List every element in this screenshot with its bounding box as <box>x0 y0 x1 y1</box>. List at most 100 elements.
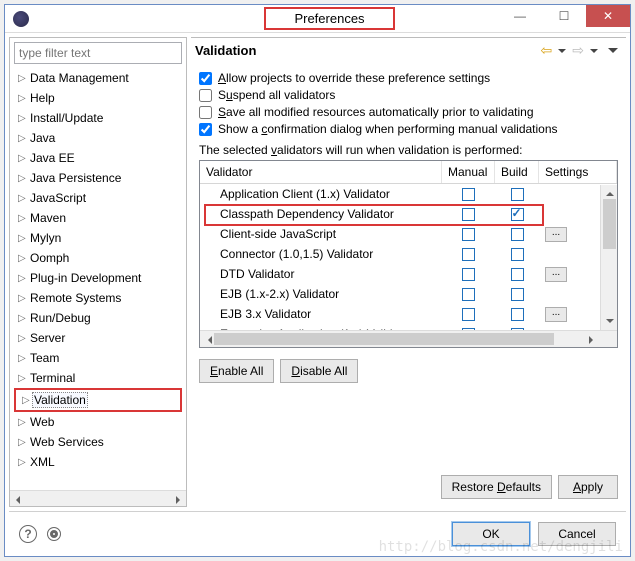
validator-row[interactable]: DTD Validator... <box>200 264 617 284</box>
forward-icon[interactable]: ⇨ <box>572 42 584 59</box>
tree-item[interactable]: ▷Java Persistence <box>12 168 184 188</box>
expand-icon[interactable]: ▷ <box>18 293 28 304</box>
minimize-button[interactable]: — <box>498 5 542 27</box>
manual-checkbox[interactable] <box>442 248 495 261</box>
vertical-scrollbar[interactable] <box>600 185 617 330</box>
expand-icon[interactable]: ▷ <box>18 457 28 468</box>
col-settings[interactable]: Settings <box>539 161 617 183</box>
restore-defaults-button[interactable]: Restore Defaults <box>441 475 552 499</box>
tree-item[interactable]: ▷Validation <box>14 388 182 412</box>
window-title: Preferences <box>264 7 394 30</box>
tree-item[interactable]: ▷Install/Update <box>12 108 184 128</box>
build-checkbox[interactable] <box>495 288 539 301</box>
col-manual[interactable]: Manual <box>442 161 495 183</box>
table-horizontal-scrollbar[interactable] <box>200 330 617 347</box>
back-menu-icon[interactable] <box>558 49 566 57</box>
tree-item[interactable]: ▷Plug-in Development <box>12 268 184 288</box>
tree-item[interactable]: ▷Team <box>12 348 184 368</box>
expand-icon[interactable]: ▷ <box>18 193 28 204</box>
view-menu-icon[interactable] <box>608 48 618 58</box>
forward-menu-icon[interactable] <box>590 49 598 57</box>
expand-icon[interactable]: ▷ <box>18 113 28 124</box>
validator-row[interactable]: Classpath Dependency Validator <box>200 204 617 224</box>
validator-name: Application Client (1.x) Validator <box>200 187 442 201</box>
expand-icon[interactable]: ▷ <box>18 437 28 448</box>
expand-icon[interactable]: ▷ <box>18 153 28 164</box>
confirm-checkbox[interactable] <box>199 123 212 136</box>
oomph-icon[interactable] <box>47 527 61 541</box>
save-all-checkbox[interactable] <box>199 106 212 119</box>
tree-item[interactable]: ▷Oomph <box>12 248 184 268</box>
col-build[interactable]: Build <box>495 161 539 183</box>
tree-item[interactable]: ▷Run/Debug <box>12 308 184 328</box>
expand-icon[interactable]: ▷ <box>18 213 28 224</box>
validator-row[interactable]: Connector (1.0,1.5) Validator <box>200 244 617 264</box>
filter-input[interactable] <box>14 42 182 64</box>
expand-icon[interactable]: ▷ <box>18 353 28 364</box>
tree-item[interactable]: ▷Server <box>12 328 184 348</box>
expand-icon[interactable]: ▷ <box>18 133 28 144</box>
validator-row[interactable]: Application Client (1.x) Validator <box>200 184 617 204</box>
ok-button[interactable]: OK <box>452 522 530 546</box>
tree-item[interactable]: ▷Web <box>12 412 184 432</box>
tree-item-label: Java Persistence <box>28 170 123 186</box>
suspend-row: Suspend all validators <box>199 88 618 102</box>
settings-button[interactable]: ... <box>545 267 567 282</box>
disable-all-button[interactable]: Disable All <box>280 359 358 383</box>
settings-button[interactable]: ... <box>545 307 567 322</box>
expand-icon[interactable]: ▷ <box>18 173 28 184</box>
validator-row[interactable]: EJB 3.x Validator... <box>200 304 617 324</box>
tree-item[interactable]: ▷Terminal <box>12 368 184 388</box>
tree-item[interactable]: ▷Web Services <box>12 432 184 452</box>
validator-row[interactable]: EJB (1.x-2.x) Validator <box>200 284 617 304</box>
expand-icon[interactable]: ▷ <box>18 273 28 284</box>
enable-all-button[interactable]: Enable All <box>199 359 274 383</box>
validators-table[interactable]: Validator Manual Build Settings Applicat… <box>199 160 618 348</box>
tree-item[interactable]: ▷Mylyn <box>12 228 184 248</box>
tree-item[interactable]: ▷XML <box>12 452 184 472</box>
tree-item-label: Mylyn <box>28 230 63 246</box>
tree-item[interactable]: ▷JavaScript <box>12 188 184 208</box>
settings-button[interactable]: ... <box>545 227 567 242</box>
expand-icon[interactable]: ▷ <box>22 395 32 406</box>
build-checkbox[interactable] <box>495 268 539 281</box>
tree-item[interactable]: ▷Java EE <box>12 148 184 168</box>
expand-icon[interactable]: ▷ <box>18 233 28 244</box>
tree-item[interactable]: ▷Java <box>12 128 184 148</box>
build-checkbox[interactable] <box>495 208 539 221</box>
maximize-button[interactable]: ☐ <box>542 5 586 27</box>
cancel-button[interactable]: Cancel <box>538 522 616 546</box>
tree-item[interactable]: ▷Remote Systems <box>12 288 184 308</box>
manual-checkbox[interactable] <box>442 208 495 221</box>
expand-icon[interactable]: ▷ <box>18 313 28 324</box>
horizontal-scrollbar[interactable] <box>10 490 186 506</box>
expand-icon[interactable]: ▷ <box>18 373 28 384</box>
validator-row[interactable]: Client-side JavaScript... <box>200 224 617 244</box>
suspend-checkbox[interactable] <box>199 89 212 102</box>
tree-item[interactable]: ▷Maven <box>12 208 184 228</box>
build-checkbox[interactable] <box>495 228 539 241</box>
manual-checkbox[interactable] <box>442 268 495 281</box>
build-checkbox[interactable] <box>495 188 539 201</box>
tree-item[interactable]: ▷Help <box>12 88 184 108</box>
manual-checkbox[interactable] <box>442 188 495 201</box>
expand-icon[interactable]: ▷ <box>18 417 28 428</box>
help-icon[interactable]: ? <box>19 525 37 543</box>
expand-icon[interactable]: ▷ <box>18 253 28 264</box>
close-button[interactable]: ✕ <box>586 5 630 27</box>
manual-checkbox[interactable] <box>442 288 495 301</box>
allow-override-row: Allow projects to override these prefere… <box>199 71 618 85</box>
manual-checkbox[interactable] <box>442 228 495 241</box>
build-checkbox[interactable] <box>495 308 539 321</box>
expand-icon[interactable]: ▷ <box>18 73 28 84</box>
build-checkbox[interactable] <box>495 248 539 261</box>
manual-checkbox[interactable] <box>442 308 495 321</box>
allow-override-checkbox[interactable] <box>199 72 212 85</box>
back-icon[interactable]: ⇦ <box>541 42 553 59</box>
expand-icon[interactable]: ▷ <box>18 93 28 104</box>
expand-icon[interactable]: ▷ <box>18 333 28 344</box>
tree-item[interactable]: ▷Data Management <box>12 68 184 88</box>
col-validator[interactable]: Validator <box>200 161 442 183</box>
apply-button[interactable]: Apply <box>558 475 618 499</box>
category-tree[interactable]: ▷Data Management▷Help▷Install/Update▷Jav… <box>10 68 186 490</box>
